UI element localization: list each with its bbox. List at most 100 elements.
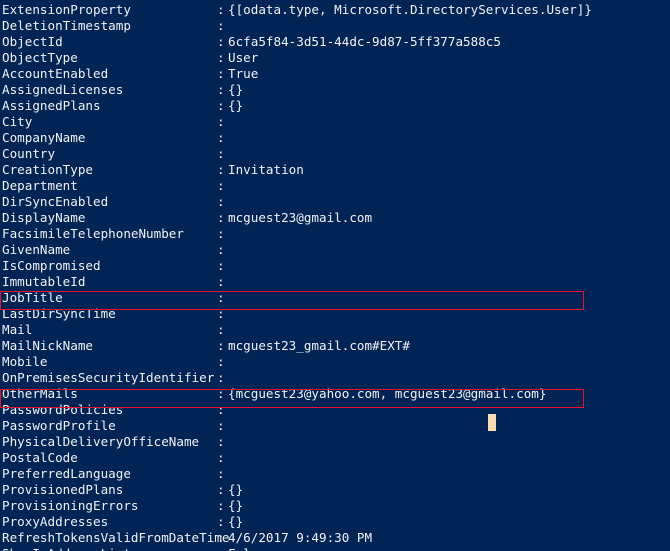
property-value: False (228, 546, 266, 551)
property-separator: : (217, 546, 225, 551)
property-row: City: (0, 114, 670, 130)
property-row: ObjectId:6cfa5f84-3d51-44dc-9d87-5ff377a… (0, 34, 670, 50)
property-row: JobTitle: (0, 290, 670, 306)
property-name: GivenName (2, 242, 71, 257)
property-value: {mcguest23@yahoo.com, mcguest23@gmail.co… (228, 386, 547, 401)
property-name: ExtensionProperty (2, 2, 131, 17)
property-value: {} (228, 82, 244, 97)
property-separator: : (217, 514, 225, 529)
property-row: PreferredLanguage: (0, 466, 670, 482)
property-separator: : (217, 146, 225, 161)
property-name: CreationType (2, 162, 93, 177)
property-name: ObjectType (2, 50, 78, 65)
property-name: LastDirSyncTime (2, 306, 116, 321)
property-name: PostalCode (2, 450, 78, 465)
property-separator: : (217, 418, 225, 433)
property-row: ProxyAddresses:{} (0, 514, 670, 530)
property-name: IsCompromised (2, 258, 101, 273)
property-row: LastDirSyncTime: (0, 306, 670, 322)
property-name: AssignedLicenses (2, 82, 124, 97)
property-name: ProvisioningErrors (2, 498, 139, 513)
property-name: DeletionTimestamp (2, 18, 131, 33)
property-name: Department (2, 178, 78, 193)
property-value: 4/6/2017 9:49:30 PM (228, 530, 373, 545)
property-separator: : (217, 114, 225, 129)
property-value: True (228, 66, 259, 81)
property-name: PasswordProfile (2, 418, 116, 433)
property-row: Mail: (0, 322, 670, 338)
powershell-console[interactable]: ExtensionProperty: {[odata.type, Microsof… (0, 0, 670, 551)
property-name: PasswordPolicies (2, 402, 124, 417)
property-row: AssignedLicenses:{} (0, 82, 670, 98)
property-value: {} (228, 514, 244, 529)
property-separator: : (217, 178, 225, 193)
property-separator: : (217, 130, 225, 145)
property-separator: : (217, 402, 225, 417)
property-row: ObjectType: User (0, 50, 670, 66)
property-name: OtherMails (2, 386, 78, 401)
property-name: PhysicalDeliveryOfficeName (2, 434, 200, 449)
property-row: OnPremisesSecurityIdentifier: (0, 370, 670, 386)
property-separator: : (217, 370, 225, 385)
property-row: CreationType: Invitation (0, 162, 670, 178)
property-list: ExtensionProperty: {[odata.type, Microsof… (0, 2, 670, 551)
property-separator: : (217, 482, 225, 497)
property-name: AssignedPlans (2, 98, 101, 113)
property-separator: : (217, 50, 225, 65)
property-separator: : (217, 258, 225, 273)
property-row: PhysicalDeliveryOfficeName: (0, 434, 670, 450)
property-row: FacsimileTelephoneNumber: (0, 226, 670, 242)
property-separator: : (217, 82, 225, 97)
property-separator: : (217, 34, 225, 49)
property-row: OtherMails: {mcguest23@yahoo.com, mcguest… (0, 386, 670, 402)
property-separator: : (217, 434, 225, 449)
property-row: Mobile: (0, 354, 670, 370)
property-name: Country (2, 146, 56, 161)
property-name: City (2, 114, 33, 129)
property-separator: : (217, 162, 225, 177)
property-name: RefreshTokensValidFromDateTime (2, 530, 230, 545)
property-value: {} (228, 482, 244, 497)
property-name: DirSyncEnabled (2, 194, 109, 209)
property-row: ExtensionProperty: {[odata.type, Microsof… (0, 2, 670, 18)
property-row: DirSyncEnabled: (0, 194, 670, 210)
property-value: mcguest23_gmail.com#EXT# (228, 338, 410, 353)
property-separator: : (217, 66, 225, 81)
property-name: FacsimileTelephoneNumber (2, 226, 184, 241)
property-name: AccountEnabled (2, 66, 109, 81)
property-row: Department: (0, 178, 670, 194)
property-value: 6cfa5f84-3d51-44dc-9d87-5ff377a588c5 (228, 34, 501, 49)
property-value: mcguest23@gmail.com (228, 210, 373, 225)
text-cursor (488, 414, 496, 431)
property-separator: : (217, 18, 225, 33)
property-name: DisplayName (2, 210, 86, 225)
property-value: Invitation (228, 162, 304, 177)
property-row: DisplayName: mcguest23@gmail.com (0, 210, 670, 226)
property-row: MailNickName: mcguest23_gmail.com#EXT# (0, 338, 670, 354)
property-separator: : (217, 290, 225, 305)
property-separator: : (217, 242, 225, 257)
property-name: OnPremisesSecurityIdentifier (2, 370, 215, 385)
property-row: PasswordProfile: (0, 418, 670, 434)
property-separator: : (217, 386, 225, 401)
property-name: Mail (2, 322, 33, 337)
property-separator: : (217, 194, 225, 209)
property-value: User (228, 50, 259, 65)
property-name: JobTitle (2, 290, 63, 305)
property-name: Mobile (2, 354, 48, 369)
property-name: MailNickName (2, 338, 93, 353)
property-separator: : (217, 466, 225, 481)
property-name: PreferredLanguage (2, 466, 131, 481)
property-row: IsCompromised: (0, 258, 670, 274)
property-row: ProvisioningErrors:{} (0, 498, 670, 514)
property-name: ObjectId (2, 34, 63, 49)
property-separator: : (217, 306, 225, 321)
property-row: RefreshTokensValidFromDateTime:4/6/2017 … (0, 530, 670, 546)
property-name: ImmutableId (2, 274, 86, 289)
property-separator: : (217, 354, 225, 369)
property-separator: : (217, 450, 225, 465)
property-separator: : (217, 226, 225, 241)
property-name: ShowInAddressList (2, 546, 131, 551)
property-name: ProvisionedPlans (2, 482, 124, 497)
property-name: ProxyAddresses (2, 514, 109, 529)
